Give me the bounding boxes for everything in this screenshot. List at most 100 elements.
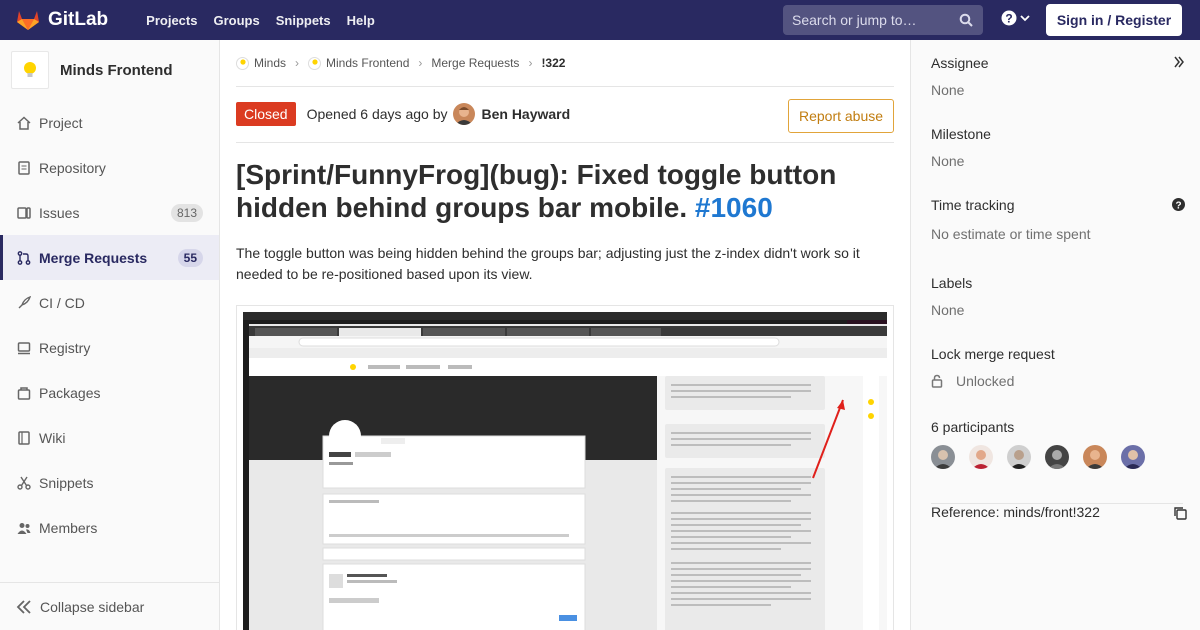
nav-snippets[interactable]: Snippets <box>268 13 339 28</box>
chevron-down-icon <box>1020 15 1030 22</box>
merge-request-description: The toggle button was being hidden behin… <box>236 245 860 282</box>
sidebar-nav: Project Repository Issues 813 Merge Requ… <box>0 100 219 550</box>
attached-screenshot[interactable] <box>236 305 894 630</box>
breadcrumb-separator: › <box>528 56 533 70</box>
top-navbar: GitLab Projects Groups Snippets Help Sea… <box>0 0 1200 40</box>
labels-block: Labels None <box>931 275 1183 318</box>
sidebar-item-merge-requests[interactable]: Merge Requests 55 <box>0 235 219 280</box>
reference-block: Reference: minds/front!322 <box>931 503 1187 520</box>
left-sidebar: Minds Frontend Project Repository Issues… <box>0 40 220 630</box>
scissors-icon <box>16 475 32 491</box>
sign-in-button[interactable]: Sign in / Register <box>1046 4 1182 36</box>
sidebar-item-label: CI / CD <box>39 294 85 311</box>
sidebar-item-label: Project <box>39 114 83 131</box>
nav-links: Projects Groups Snippets Help <box>138 13 383 28</box>
assignee-block: Assignee None <box>931 55 1183 98</box>
server-icon <box>16 340 32 356</box>
sidebar-item-packages[interactable]: Packages <box>0 370 219 415</box>
milestone-block: Milestone None <box>931 126 1183 169</box>
package-icon <box>16 385 32 401</box>
breadcrumb-current[interactable]: !322 <box>541 56 565 70</box>
sidebar-item-label: Issues <box>39 204 80 221</box>
nav-groups[interactable]: Groups <box>205 13 267 28</box>
nav-help[interactable]: Help <box>339 13 383 28</box>
merge-request-title: [Sprint/FunnyFrog](bug): Fixed toggle bu… <box>236 158 894 224</box>
sidebar-item-label: Merge Requests <box>39 249 148 266</box>
milestone-value: None <box>931 153 965 169</box>
merge-requests-count-badge: 55 <box>177 248 203 267</box>
sidebar-item-snippets[interactable]: Snippets <box>0 460 219 505</box>
sidebar-item-wiki[interactable]: Wiki <box>0 415 219 460</box>
issues-icon <box>16 205 32 221</box>
opened-info: Opened 6 days ago by Ben Hayward <box>306 102 570 125</box>
participants-label: 6 participants <box>931 419 1015 435</box>
issues-count-badge: 813 <box>170 203 203 222</box>
sidebar-item-registry[interactable]: Registry <box>0 325 219 370</box>
assignee-label: Assignee <box>931 55 989 71</box>
lock-value: Unlocked <box>956 373 1015 389</box>
report-abuse-button[interactable]: Report abuse <box>788 99 894 133</box>
svg-text:?: ? <box>1005 11 1012 25</box>
question-icon: ? <box>1001 10 1017 26</box>
time-tracking-value: No estimate or time spent <box>931 226 1091 242</box>
breadcrumb-label: Minds <box>254 56 287 70</box>
doc-icon <box>16 160 32 176</box>
sidebar-item-issues[interactable]: Issues 813 <box>0 190 219 235</box>
sidebar-item-project[interactable]: Project <box>0 100 219 145</box>
author-name[interactable]: Ben Hayward <box>481 106 570 122</box>
tanuki-icon <box>17 11 39 30</box>
sidebar-item-label: Packages <box>39 384 101 401</box>
main-content: Minds › Minds Frontend › Merge Requests … <box>220 40 910 630</box>
logo-text: GitLab <box>48 9 109 30</box>
sidebar-item-label: Snippets <box>39 474 94 491</box>
issue-link[interactable]: #1060 <box>695 192 773 223</box>
author-avatar[interactable] <box>453 102 476 125</box>
lock-block: Lock merge request Unlocked <box>931 346 1183 389</box>
search-placeholder: Search or jump to… <box>792 12 917 28</box>
breadcrumb-minds-frontend[interactable]: Minds Frontend <box>308 56 409 70</box>
labels-value: None <box>931 302 965 318</box>
copy-icon[interactable] <box>1173 506 1187 520</box>
avatar[interactable] <box>931 445 955 469</box>
breadcrumb-separator: › <box>295 56 300 70</box>
screenshot-drawing <box>243 312 887 630</box>
participants-list <box>931 445 1183 469</box>
users-icon <box>16 520 32 536</box>
gitlab-logo[interactable]: GitLab <box>16 9 108 31</box>
right-sidebar: Assignee None Milestone None Time tracki… <box>910 40 1200 630</box>
participants-block: 6 participants <box>931 419 1183 469</box>
breadcrumb-label: Minds Frontend <box>326 56 410 70</box>
opened-text: Opened 6 days ago by <box>306 105 448 122</box>
rocket-icon <box>16 295 32 311</box>
assignee-value: None <box>931 82 965 98</box>
status-badge: Closed <box>236 101 296 126</box>
help-dropdown[interactable]: ? <box>1001 10 1030 26</box>
project-header[interactable]: Minds Frontend <box>0 40 219 100</box>
avatar[interactable] <box>1121 445 1145 469</box>
lock-open-icon <box>931 374 943 388</box>
labels-label: Labels <box>931 275 973 291</box>
book-icon <box>16 430 32 446</box>
lightbulb-icon <box>308 56 322 70</box>
collapse-sidebar-label: Collapse sidebar <box>40 598 145 615</box>
nav-projects[interactable]: Projects <box>138 13 205 28</box>
sidebar-item-label: Members <box>39 519 98 536</box>
double-chevron-left-icon <box>16 599 31 614</box>
breadcrumb-merge-requests[interactable]: Merge Requests <box>431 56 519 70</box>
collapse-sidebar-button[interactable]: Collapse sidebar <box>0 582 219 630</box>
sidebar-item-members[interactable]: Members <box>0 505 219 550</box>
avatar[interactable] <box>1083 445 1107 469</box>
sidebar-item-label: Wiki <box>39 429 66 446</box>
avatar[interactable] <box>969 445 993 469</box>
sidebar-item-repository[interactable]: Repository <box>0 145 219 190</box>
breadcrumb-minds[interactable]: Minds <box>236 56 286 70</box>
question-circle-icon[interactable]: ? <box>1172 198 1185 211</box>
merge-request-icon <box>16 250 32 266</box>
milestone-label: Milestone <box>931 126 991 142</box>
home-icon <box>16 115 32 131</box>
search-input[interactable]: Search or jump to… <box>783 5 983 35</box>
avatar[interactable] <box>1007 445 1031 469</box>
avatar[interactable] <box>1045 445 1069 469</box>
sidebar-item-ci-cd[interactable]: CI / CD <box>0 280 219 325</box>
sidebar-item-label: Registry <box>39 339 91 356</box>
